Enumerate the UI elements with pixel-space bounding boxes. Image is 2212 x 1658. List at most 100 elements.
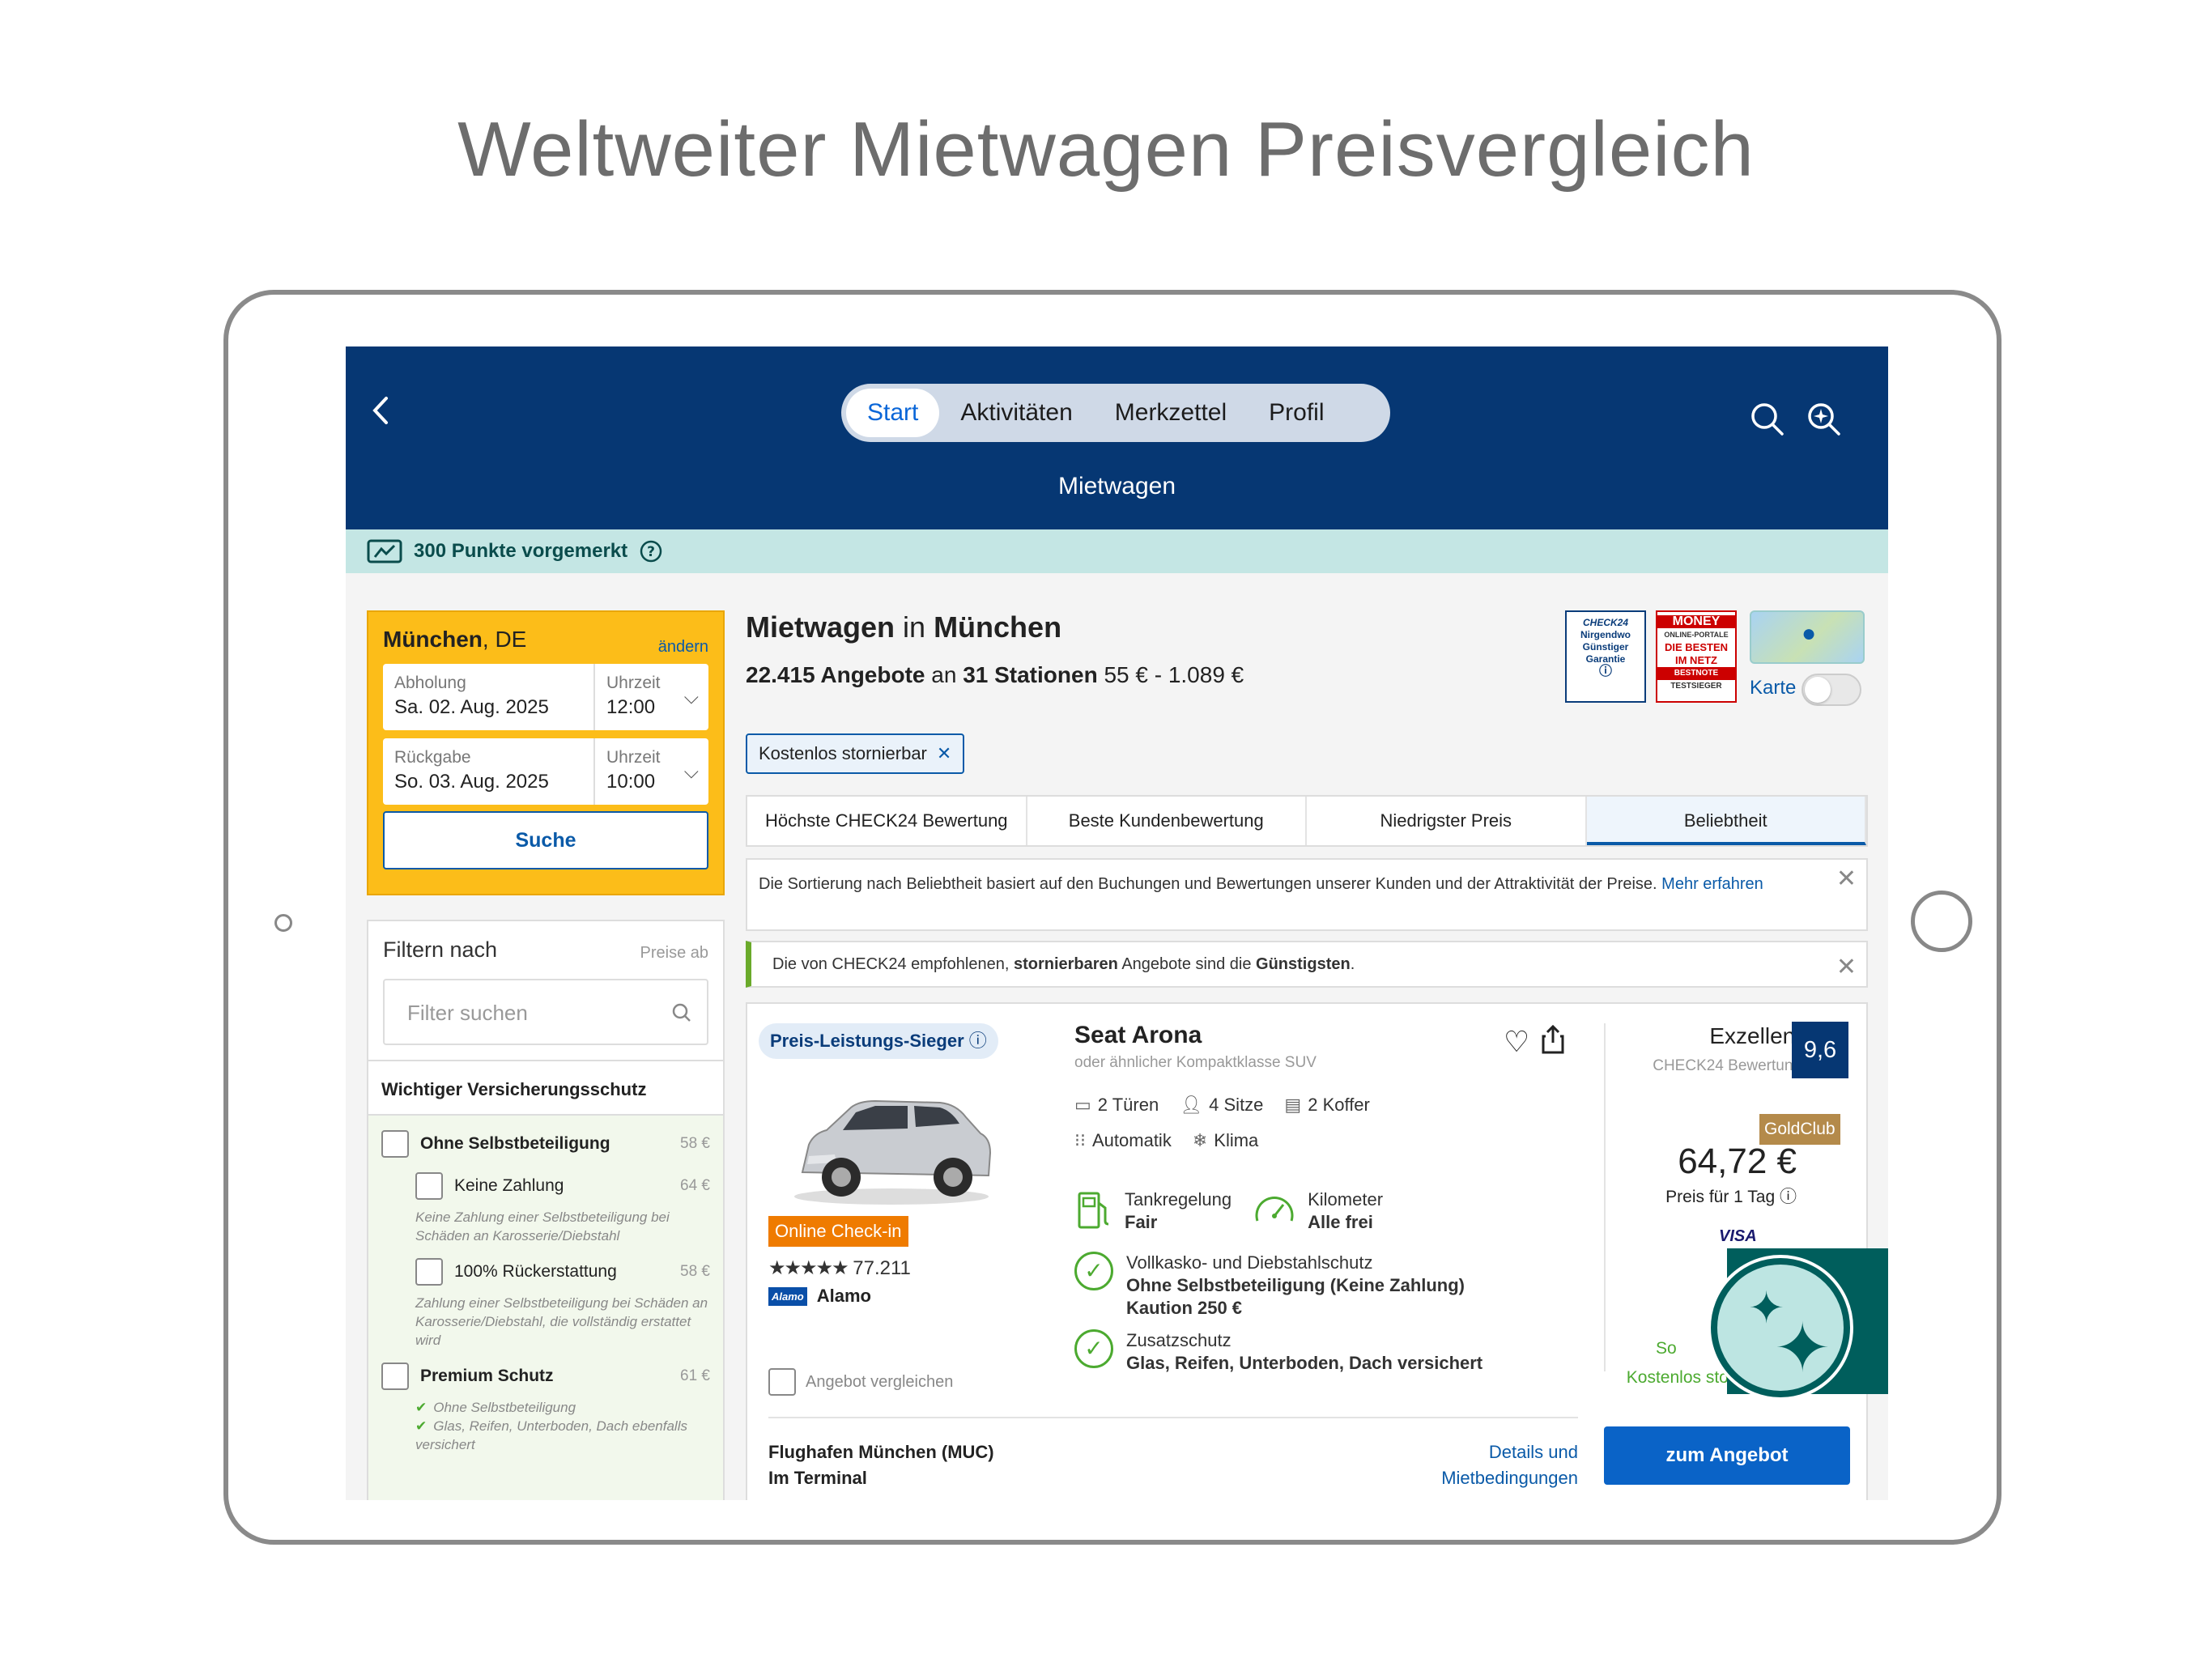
sort-tabs: Höchste CHECK24 Bewertung Beste Kundenbe… xyxy=(746,795,1868,847)
option-keine-zahlung[interactable]: Keine Zahlung 64 € xyxy=(381,1172,710,1200)
offer-button[interactable]: zum Angebot xyxy=(1604,1426,1850,1485)
recommendation-info: Die von CHECK24 empfohlenen, stornierbar… xyxy=(746,941,1868,988)
tab-aktivitaeten[interactable]: Aktivitäten xyxy=(939,389,1093,437)
compare-offer[interactable]: Angebot vergleichen xyxy=(768,1368,953,1396)
learn-more-link[interactable]: Mehr erfahren xyxy=(1661,875,1763,893)
gear-feature: ⁝⁝ Automatik xyxy=(1074,1130,1172,1150)
return-row[interactable]: Rückgabe So. 03. Aug. 2025 Uhrzeit 10:00 ⌵ xyxy=(383,738,708,805)
checkbox[interactable] xyxy=(415,1258,443,1286)
tab-merkzettel[interactable]: Merkzettel xyxy=(1094,389,1248,437)
home-button[interactable] xyxy=(1911,891,1972,952)
help-icon[interactable]: ? xyxy=(639,539,663,563)
ai-search-icon[interactable] xyxy=(1805,400,1844,439)
chevron-down-icon[interactable]: ⌵ xyxy=(684,687,699,709)
search-box: München, DE ändern Abholung Sa. 02. Aug. … xyxy=(367,610,725,895)
suitcase-icon: ▤ xyxy=(1284,1095,1302,1115)
premium-check-2: ✔ Glas, Reifen, Unterboden, Dach ebenfall… xyxy=(415,1418,687,1452)
car-features-row-1: ▭ 2 Türen 👤︎ 4 Sitze ▤ 2 Koffer xyxy=(1074,1095,1370,1116)
speedometer-icon xyxy=(1255,1196,1294,1222)
premium-check-1: ✔ Ohne Selbstbeteiligung xyxy=(415,1400,576,1415)
check-icon: ✔ xyxy=(415,1418,428,1434)
info-icon: ⓘ xyxy=(1780,1188,1797,1206)
close-icon[interactable]: ✕ xyxy=(1836,946,1857,989)
sort-tab-customer[interactable]: Beste Kundenbewertung xyxy=(1027,797,1307,845)
checkbox[interactable] xyxy=(768,1368,796,1396)
person-icon: 👤︎ xyxy=(1180,1095,1203,1115)
snowflake-icon: ❄ xyxy=(1192,1130,1208,1150)
app-screen: Start Aktivitäten Merkzettel Profil Miet… xyxy=(346,346,1888,1500)
search-button[interactable]: Suche xyxy=(383,811,708,869)
option-note: Keine Zahlung einer Selbstbeteiligung be… xyxy=(415,1209,670,1244)
pickup-row[interactable]: Abholung Sa. 02. Aug. 2025 Uhrzeit 12:00 ⌵ xyxy=(383,664,708,730)
ai-assistant-panel: ✦ ✦ xyxy=(1711,1248,1888,1397)
points-bar[interactable]: 300 Punkte vorgemerkt ? xyxy=(346,529,1888,573)
change-link[interactable]: ändern xyxy=(658,638,708,657)
award-badge: MONEY ONLINE-PORTALE DIE BESTEN IM NETZ … xyxy=(1656,610,1737,703)
gearshift-icon: ⁝⁝ xyxy=(1074,1130,1086,1150)
value-winner-badge[interactable]: Preis-Leistungs-Sieger ⓘ xyxy=(759,1023,998,1059)
sparkle-icon: ✦ xyxy=(1774,1310,1831,1386)
return-label: Rückgabe xyxy=(394,748,471,767)
chevron-down-icon[interactable]: ⌵ xyxy=(684,761,699,784)
map-label: Karte xyxy=(1750,677,1797,699)
details-link[interactable]: Details und Mietbedingungen xyxy=(1395,1439,1578,1491)
fuel-km-row: Tankregelung Fair Kilometer Alle frei xyxy=(1074,1188,1383,1234)
guarantee-badge[interactable]: CHECK24 Nirgendwo Günstiger Garantie ⓘ xyxy=(1565,610,1646,703)
search-icon[interactable] xyxy=(1748,400,1787,439)
option-premium-schutz[interactable]: Premium Schutz 61 € xyxy=(381,1363,710,1390)
visa-logo: VISA xyxy=(1719,1227,1757,1245)
insurance-options: Ohne Selbstbeteiligung 58 € Keine Zahlung… xyxy=(368,1114,723,1500)
return-date[interactable]: So. 03. Aug. 2025 xyxy=(394,771,582,793)
info-icon: ⓘ xyxy=(968,1031,987,1051)
offer-card: Preis-Leistungs-Sieger ⓘ Online Check-in… xyxy=(746,1002,1868,1500)
option-ohne-selbstbeteiligung[interactable]: Ohne Selbstbeteiligung 58 € xyxy=(381,1130,710,1158)
doors-feature: ▭ 2 Türen xyxy=(1074,1095,1159,1115)
map-toggle[interactable] xyxy=(1802,674,1861,706)
map-pin-icon: ● xyxy=(1802,620,1817,647)
ai-assistant-button[interactable]: ✦ ✦ xyxy=(1711,1258,1850,1397)
close-icon[interactable]: ✕ xyxy=(937,743,951,763)
points-ticket-icon xyxy=(367,539,402,563)
price-per-day: Preis für 1 Tag ⓘ xyxy=(1665,1188,1797,1206)
filter-search-input[interactable]: Filter suchen xyxy=(383,979,708,1045)
car-class: oder ähnlicher Kompaktklasse SUV xyxy=(1074,1054,1317,1071)
car-features-row-2: ⁝⁝ Automatik ❄ Klima xyxy=(1074,1130,1258,1151)
coverage-1: ✓ Vollkasko- und Diebstahlschutz Ohne Sel… xyxy=(1074,1252,1465,1320)
customer-rating: ★★★★★ 77.211 xyxy=(768,1257,911,1279)
car-image xyxy=(794,1099,992,1205)
tab-start[interactable]: Start xyxy=(846,389,940,437)
sort-tab-check24[interactable]: Höchste CHECK24 Bewertung xyxy=(747,797,1027,845)
check-circle-icon: ✓ xyxy=(1074,1329,1113,1368)
rating-source: CHECK24 Bewertung xyxy=(1653,1057,1802,1074)
top-bar: Start Aktivitäten Merkzettel Profil Miet… xyxy=(346,346,1888,529)
share-icon[interactable] xyxy=(1541,1024,1565,1061)
filter-panel: Filtern nach Preise ab Filter suchen Wich… xyxy=(367,920,725,1500)
checkbox[interactable] xyxy=(415,1172,443,1200)
pickup-date[interactable]: Sa. 02. Aug. 2025 xyxy=(394,696,582,719)
check-circle-icon: ✓ xyxy=(1074,1252,1113,1290)
points-text: 300 Punkte vorgemerkt xyxy=(414,540,628,562)
vendor: Alamo Alamo xyxy=(768,1286,871,1307)
info-icon: ⓘ xyxy=(1598,665,1612,678)
close-icon[interactable]: ✕ xyxy=(1836,867,1857,891)
door-icon: ▭ xyxy=(1074,1095,1091,1115)
heart-icon[interactable]: ♡ xyxy=(1504,1025,1529,1059)
car-name: Seat Arona xyxy=(1074,1022,1202,1048)
offer-price: 64,72 € xyxy=(1678,1141,1797,1181)
sort-tab-price[interactable]: Niedrigster Preis xyxy=(1307,797,1587,845)
page-title: Mietwagen xyxy=(1057,473,1176,500)
back-arrow-icon[interactable] xyxy=(368,390,409,431)
sort-info-box: Die Sortierung nach Beliebtheit basiert … xyxy=(746,858,1868,931)
price-hint: Preise ab xyxy=(640,944,709,962)
fuel-pump-icon xyxy=(1078,1192,1109,1229)
pickup-label: Abholung xyxy=(394,674,466,692)
option-rueckerstattung[interactable]: 100% Rückerstattung 58 € xyxy=(381,1258,710,1286)
sort-tab-popularity[interactable]: Beliebtheit xyxy=(1586,797,1866,845)
checkbox[interactable] xyxy=(381,1363,409,1390)
filter-chip[interactable]: Kostenlos stornierbar ✕ xyxy=(746,733,965,774)
alamo-logo: Alamo xyxy=(768,1286,807,1306)
divider xyxy=(768,1417,1578,1418)
map-thumbnail[interactable]: ● xyxy=(1750,610,1865,664)
tab-profil[interactable]: Profil xyxy=(1248,389,1345,437)
checkbox[interactable] xyxy=(381,1130,409,1158)
